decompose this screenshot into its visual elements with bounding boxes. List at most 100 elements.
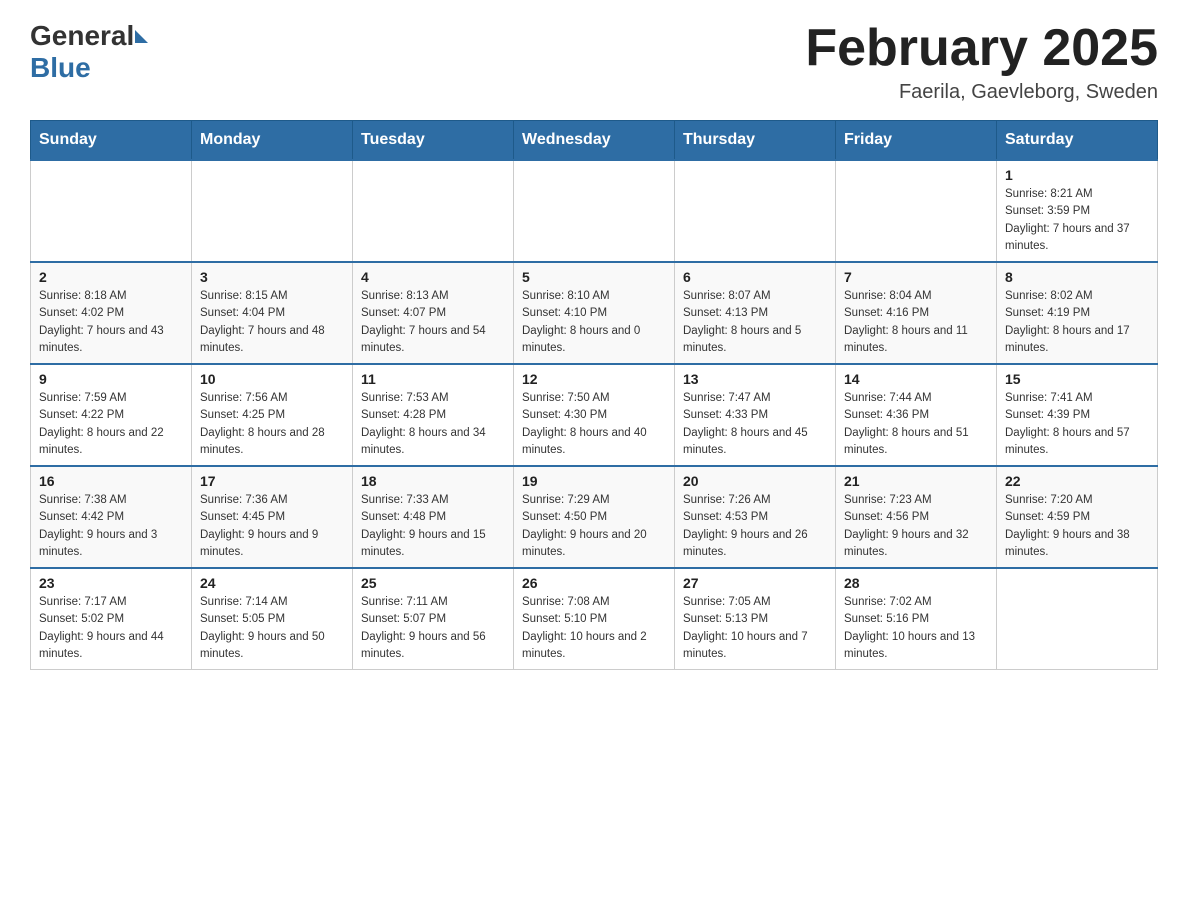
calendar-cell-w1-d0: 2 Sunrise: 8:18 AM Sunset: 4:02 PM Daylig… <box>31 262 192 364</box>
day-info: Sunrise: 7:56 AM Sunset: 4:25 PM Dayligh… <box>200 390 344 459</box>
calendar-cell-w2-d4: 13 Sunrise: 7:47 AM Sunset: 4:33 PM Dayli… <box>675 364 836 466</box>
day-number: 1 <box>1005 167 1149 183</box>
day-number: 19 <box>522 473 666 489</box>
col-monday: Monday <box>192 121 353 161</box>
day-number: 10 <box>200 371 344 387</box>
day-number: 11 <box>361 371 505 387</box>
day-number: 7 <box>844 269 988 285</box>
calendar-cell-w2-d3: 12 Sunrise: 7:50 AM Sunset: 4:30 PM Dayli… <box>514 364 675 466</box>
day-number: 5 <box>522 269 666 285</box>
day-number: 17 <box>200 473 344 489</box>
col-tuesday: Tuesday <box>353 121 514 161</box>
calendar-cell-w4-d2: 25Sunrise: 7:11 AM Sunset: 5:07 PM Dayli… <box>353 568 514 670</box>
calendar-cell-w3-d2: 18 Sunrise: 7:33 AM Sunset: 4:48 PM Dayli… <box>353 466 514 568</box>
calendar-cell-w3-d3: 19 Sunrise: 7:29 AM Sunset: 4:50 PM Dayli… <box>514 466 675 568</box>
calendar-cell-w1-d1: 3 Sunrise: 8:15 AM Sunset: 4:04 PM Daylig… <box>192 262 353 364</box>
day-info: Sunrise: 7:36 AM Sunset: 4:45 PM Dayligh… <box>200 492 344 561</box>
day-info: Sunrise: 8:18 AM Sunset: 4:02 PM Dayligh… <box>39 288 183 357</box>
title-block: February 2025 Faerila, Gaevleborg, Swede… <box>805 20 1158 104</box>
calendar-cell-w0-d6: 1 Sunrise: 8:21 AM Sunset: 3:59 PM Daylig… <box>997 160 1158 262</box>
day-number: 6 <box>683 269 827 285</box>
day-number: 22 <box>1005 473 1149 489</box>
day-info: Sunrise: 7:59 AM Sunset: 4:22 PM Dayligh… <box>39 390 183 459</box>
calendar-cell-w3-d5: 21Sunrise: 7:23 AM Sunset: 4:56 PM Dayli… <box>836 466 997 568</box>
day-info: Sunrise: 8:13 AM Sunset: 4:07 PM Dayligh… <box>361 288 505 357</box>
calendar-cell-w0-d5 <box>836 160 997 262</box>
day-info: Sunrise: 7:38 AM Sunset: 4:42 PM Dayligh… <box>39 492 183 561</box>
location-subtitle: Faerila, Gaevleborg, Sweden <box>805 81 1158 104</box>
day-info: Sunrise: 7:17 AM Sunset: 5:02 PM Dayligh… <box>39 594 183 663</box>
day-number: 28 <box>844 575 988 591</box>
day-number: 24 <box>200 575 344 591</box>
calendar-cell-w4-d1: 24 Sunrise: 7:14 AM Sunset: 5:05 PM Dayli… <box>192 568 353 670</box>
calendar-cell-w2-d1: 10 Sunrise: 7:56 AM Sunset: 4:25 PM Dayli… <box>192 364 353 466</box>
week-row-0: 1 Sunrise: 8:21 AM Sunset: 3:59 PM Daylig… <box>31 160 1158 262</box>
calendar-cell-w2-d0: 9 Sunrise: 7:59 AM Sunset: 4:22 PM Daylig… <box>31 364 192 466</box>
calendar-cell-w3-d0: 16 Sunrise: 7:38 AM Sunset: 4:42 PM Dayli… <box>31 466 192 568</box>
calendar-cell-w1-d2: 4 Sunrise: 8:13 AM Sunset: 4:07 PM Daylig… <box>353 262 514 364</box>
day-info: Sunrise: 7:05 AM Sunset: 5:13 PM Dayligh… <box>683 594 827 663</box>
day-number: 27 <box>683 575 827 591</box>
day-number: 26 <box>522 575 666 591</box>
day-number: 14 <box>844 371 988 387</box>
day-number: 9 <box>39 371 183 387</box>
calendar-cell-w3-d1: 17 Sunrise: 7:36 AM Sunset: 4:45 PM Dayli… <box>192 466 353 568</box>
day-info: Sunrise: 7:08 AM Sunset: 5:10 PM Dayligh… <box>522 594 666 663</box>
day-number: 23 <box>39 575 183 591</box>
day-number: 2 <box>39 269 183 285</box>
week-row-3: 16 Sunrise: 7:38 AM Sunset: 4:42 PM Dayli… <box>31 466 1158 568</box>
day-number: 3 <box>200 269 344 285</box>
day-info: Sunrise: 7:33 AM Sunset: 4:48 PM Dayligh… <box>361 492 505 561</box>
day-info: Sunrise: 7:47 AM Sunset: 4:33 PM Dayligh… <box>683 390 827 459</box>
month-title: February 2025 <box>805 20 1158 77</box>
calendar-cell-w1-d5: 7 Sunrise: 8:04 AM Sunset: 4:16 PM Daylig… <box>836 262 997 364</box>
calendar-cell-w0-d0 <box>31 160 192 262</box>
day-number: 20 <box>683 473 827 489</box>
calendar-cell-w1-d4: 6 Sunrise: 8:07 AM Sunset: 4:13 PM Daylig… <box>675 262 836 364</box>
day-info: Sunrise: 7:26 AM Sunset: 4:53 PM Dayligh… <box>683 492 827 561</box>
day-number: 12 <box>522 371 666 387</box>
col-friday: Friday <box>836 121 997 161</box>
col-saturday: Saturday <box>997 121 1158 161</box>
logo-blue-text: Blue <box>30 52 91 83</box>
week-row-4: 23 Sunrise: 7:17 AM Sunset: 5:02 PM Dayli… <box>31 568 1158 670</box>
calendar-cell-w2-d5: 14Sunrise: 7:44 AM Sunset: 4:36 PM Dayli… <box>836 364 997 466</box>
col-wednesday: Wednesday <box>514 121 675 161</box>
logo-general-text: General <box>30 20 134 52</box>
day-info: Sunrise: 7:41 AM Sunset: 4:39 PM Dayligh… <box>1005 390 1149 459</box>
calendar-header-row: Sunday Monday Tuesday Wednesday Thursday… <box>31 121 1158 161</box>
day-info: Sunrise: 7:14 AM Sunset: 5:05 PM Dayligh… <box>200 594 344 663</box>
calendar-cell-w0-d2 <box>353 160 514 262</box>
calendar-cell-w3-d4: 20 Sunrise: 7:26 AM Sunset: 4:53 PM Dayli… <box>675 466 836 568</box>
day-number: 13 <box>683 371 827 387</box>
day-info: Sunrise: 7:50 AM Sunset: 4:30 PM Dayligh… <box>522 390 666 459</box>
calendar-cell-w4-d6 <box>997 568 1158 670</box>
day-info: Sunrise: 7:23 AM Sunset: 4:56 PM Dayligh… <box>844 492 988 561</box>
calendar-cell-w0-d3 <box>514 160 675 262</box>
calendar-cell-w1-d6: 8 Sunrise: 8:02 AM Sunset: 4:19 PM Daylig… <box>997 262 1158 364</box>
day-number: 15 <box>1005 371 1149 387</box>
day-info: Sunrise: 8:10 AM Sunset: 4:10 PM Dayligh… <box>522 288 666 357</box>
logo-arrow-icon <box>135 30 148 43</box>
day-info: Sunrise: 7:20 AM Sunset: 4:59 PM Dayligh… <box>1005 492 1149 561</box>
day-number: 25 <box>361 575 505 591</box>
calendar-cell-w1-d3: 5 Sunrise: 8:10 AM Sunset: 4:10 PM Daylig… <box>514 262 675 364</box>
calendar-cell-w4-d5: 28 Sunrise: 7:02 AM Sunset: 5:16 PM Dayli… <box>836 568 997 670</box>
day-number: 4 <box>361 269 505 285</box>
week-row-2: 9 Sunrise: 7:59 AM Sunset: 4:22 PM Daylig… <box>31 364 1158 466</box>
day-number: 18 <box>361 473 505 489</box>
day-info: Sunrise: 8:07 AM Sunset: 4:13 PM Dayligh… <box>683 288 827 357</box>
calendar-cell-w2-d2: 11Sunrise: 7:53 AM Sunset: 4:28 PM Dayli… <box>353 364 514 466</box>
day-info: Sunrise: 7:02 AM Sunset: 5:16 PM Dayligh… <box>844 594 988 663</box>
day-info: Sunrise: 8:21 AM Sunset: 3:59 PM Dayligh… <box>1005 186 1149 255</box>
day-number: 16 <box>39 473 183 489</box>
day-info: Sunrise: 8:02 AM Sunset: 4:19 PM Dayligh… <box>1005 288 1149 357</box>
day-info: Sunrise: 8:15 AM Sunset: 4:04 PM Dayligh… <box>200 288 344 357</box>
col-sunday: Sunday <box>31 121 192 161</box>
day-info: Sunrise: 7:29 AM Sunset: 4:50 PM Dayligh… <box>522 492 666 561</box>
day-number: 8 <box>1005 269 1149 285</box>
day-info: Sunrise: 8:04 AM Sunset: 4:16 PM Dayligh… <box>844 288 988 357</box>
calendar-cell-w0-d1 <box>192 160 353 262</box>
logo: General Blue <box>30 20 149 84</box>
calendar-cell-w4-d0: 23 Sunrise: 7:17 AM Sunset: 5:02 PM Dayli… <box>31 568 192 670</box>
